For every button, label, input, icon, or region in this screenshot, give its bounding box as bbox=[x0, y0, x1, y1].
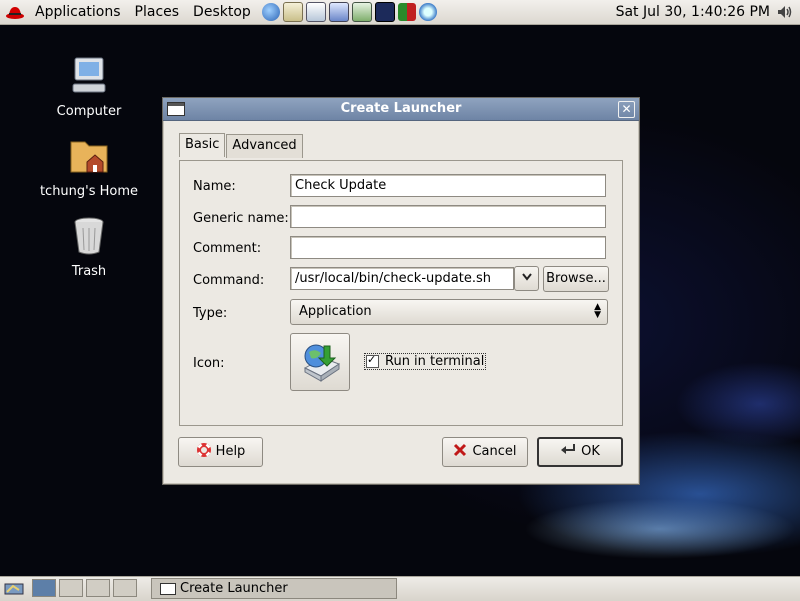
writer-icon[interactable] bbox=[305, 2, 326, 22]
tab-basic[interactable]: Basic bbox=[179, 133, 226, 157]
taskbar-item-label: Create Launcher bbox=[180, 581, 288, 596]
chevron-down-icon bbox=[521, 273, 532, 281]
top-panel: Applications Places Desktop Sat Jul 30, … bbox=[0, 0, 800, 25]
tab-advanced[interactable]: Advanced bbox=[226, 134, 303, 158]
trash-icon bbox=[65, 212, 113, 260]
workspace-3[interactable] bbox=[86, 579, 110, 597]
home-folder-icon bbox=[65, 132, 113, 180]
type-label: Type: bbox=[193, 306, 228, 321]
update-disk-icon bbox=[303, 344, 341, 382]
desktop-icon-computer[interactable]: Computer bbox=[39, 52, 139, 119]
enter-arrow-icon bbox=[561, 444, 576, 454]
dialog-title: Create Launcher bbox=[340, 101, 462, 116]
cancel-button[interactable]: Cancel bbox=[442, 437, 528, 467]
tab-bar: Basic Advanced bbox=[179, 133, 304, 158]
web-browser-icon[interactable] bbox=[261, 3, 280, 21]
create-launcher-dialog: Create Launcher ✕ Basic Advanced Name: G… bbox=[162, 97, 640, 485]
desktop-icon-label: tchung's Home bbox=[39, 184, 139, 199]
generic-name-label: Generic name: bbox=[193, 211, 289, 226]
window-menu-icon[interactable] bbox=[167, 102, 185, 116]
command-label: Command: bbox=[193, 273, 265, 288]
cancel-button-label: Cancel bbox=[472, 444, 517, 459]
name-label: Name: bbox=[193, 179, 236, 194]
show-desktop-icon[interactable] bbox=[3, 580, 27, 596]
workspace-4[interactable] bbox=[113, 579, 137, 597]
icon-label: Icon: bbox=[193, 356, 225, 371]
refresh-icon[interactable] bbox=[418, 3, 437, 21]
type-select-value: Application bbox=[299, 304, 372, 319]
workspace-2[interactable] bbox=[59, 579, 83, 597]
icon-chooser-button[interactable] bbox=[290, 333, 350, 391]
bottom-panel: Create Launcher bbox=[0, 576, 800, 601]
desktop-icon-home[interactable]: tchung's Home bbox=[39, 132, 139, 199]
taskbar-item-create-launcher[interactable]: Create Launcher bbox=[151, 578, 397, 599]
impress-icon[interactable] bbox=[328, 2, 349, 22]
vnc-icon[interactable] bbox=[397, 3, 416, 21]
ok-button[interactable]: OK bbox=[537, 437, 623, 467]
redhat-logo-icon[interactable] bbox=[4, 1, 26, 23]
browse-button[interactable]: Browse... bbox=[543, 266, 609, 292]
checkbox-checked-icon bbox=[366, 353, 379, 368]
terminal-icon[interactable] bbox=[374, 2, 395, 22]
help-button[interactable]: Help bbox=[178, 437, 263, 467]
comment-input[interactable] bbox=[290, 236, 606, 259]
desktop-icon-label: Computer bbox=[56, 104, 122, 119]
run-in-terminal-label: Run in terminal bbox=[385, 354, 485, 369]
places-menu[interactable]: Places bbox=[130, 4, 185, 20]
ok-button-label: OK bbox=[581, 444, 600, 459]
close-icon[interactable]: ✕ bbox=[618, 101, 635, 118]
mail-icon[interactable] bbox=[282, 2, 303, 22]
panel-launchers bbox=[261, 2, 437, 22]
window-icon bbox=[160, 583, 176, 595]
desktop-icon-trash[interactable]: Trash bbox=[39, 212, 139, 279]
dialog-titlebar[interactable]: Create Launcher ✕ bbox=[163, 98, 639, 121]
run-in-terminal-checkbox[interactable]: Run in terminal bbox=[364, 353, 487, 370]
type-select[interactable]: Application ▲ ▼ bbox=[290, 299, 608, 325]
calc-icon[interactable] bbox=[351, 2, 372, 22]
comment-label: Comment: bbox=[193, 241, 262, 256]
desktop-menu[interactable]: Desktop bbox=[188, 4, 256, 20]
command-input[interactable] bbox=[290, 267, 514, 290]
generic-name-input[interactable] bbox=[290, 205, 606, 228]
volume-icon[interactable] bbox=[776, 3, 794, 21]
help-button-label: Help bbox=[215, 444, 246, 459]
clock[interactable]: Sat Jul 30, 1:40:26 PM bbox=[616, 4, 770, 20]
cancel-x-icon bbox=[454, 443, 467, 457]
basic-tab-panel: Name: Generic name: Comment: Command: Br… bbox=[179, 160, 623, 426]
updown-arrows-icon: ▲ ▼ bbox=[594, 302, 601, 320]
workspace-1[interactable] bbox=[32, 579, 56, 597]
computer-icon bbox=[65, 52, 113, 100]
command-dropdown-button[interactable] bbox=[514, 266, 539, 291]
applications-menu[interactable]: Applications bbox=[30, 4, 126, 20]
name-input[interactable] bbox=[290, 174, 606, 197]
help-lifebuoy-icon bbox=[196, 443, 211, 457]
desktop-icon-label: Trash bbox=[71, 264, 107, 279]
